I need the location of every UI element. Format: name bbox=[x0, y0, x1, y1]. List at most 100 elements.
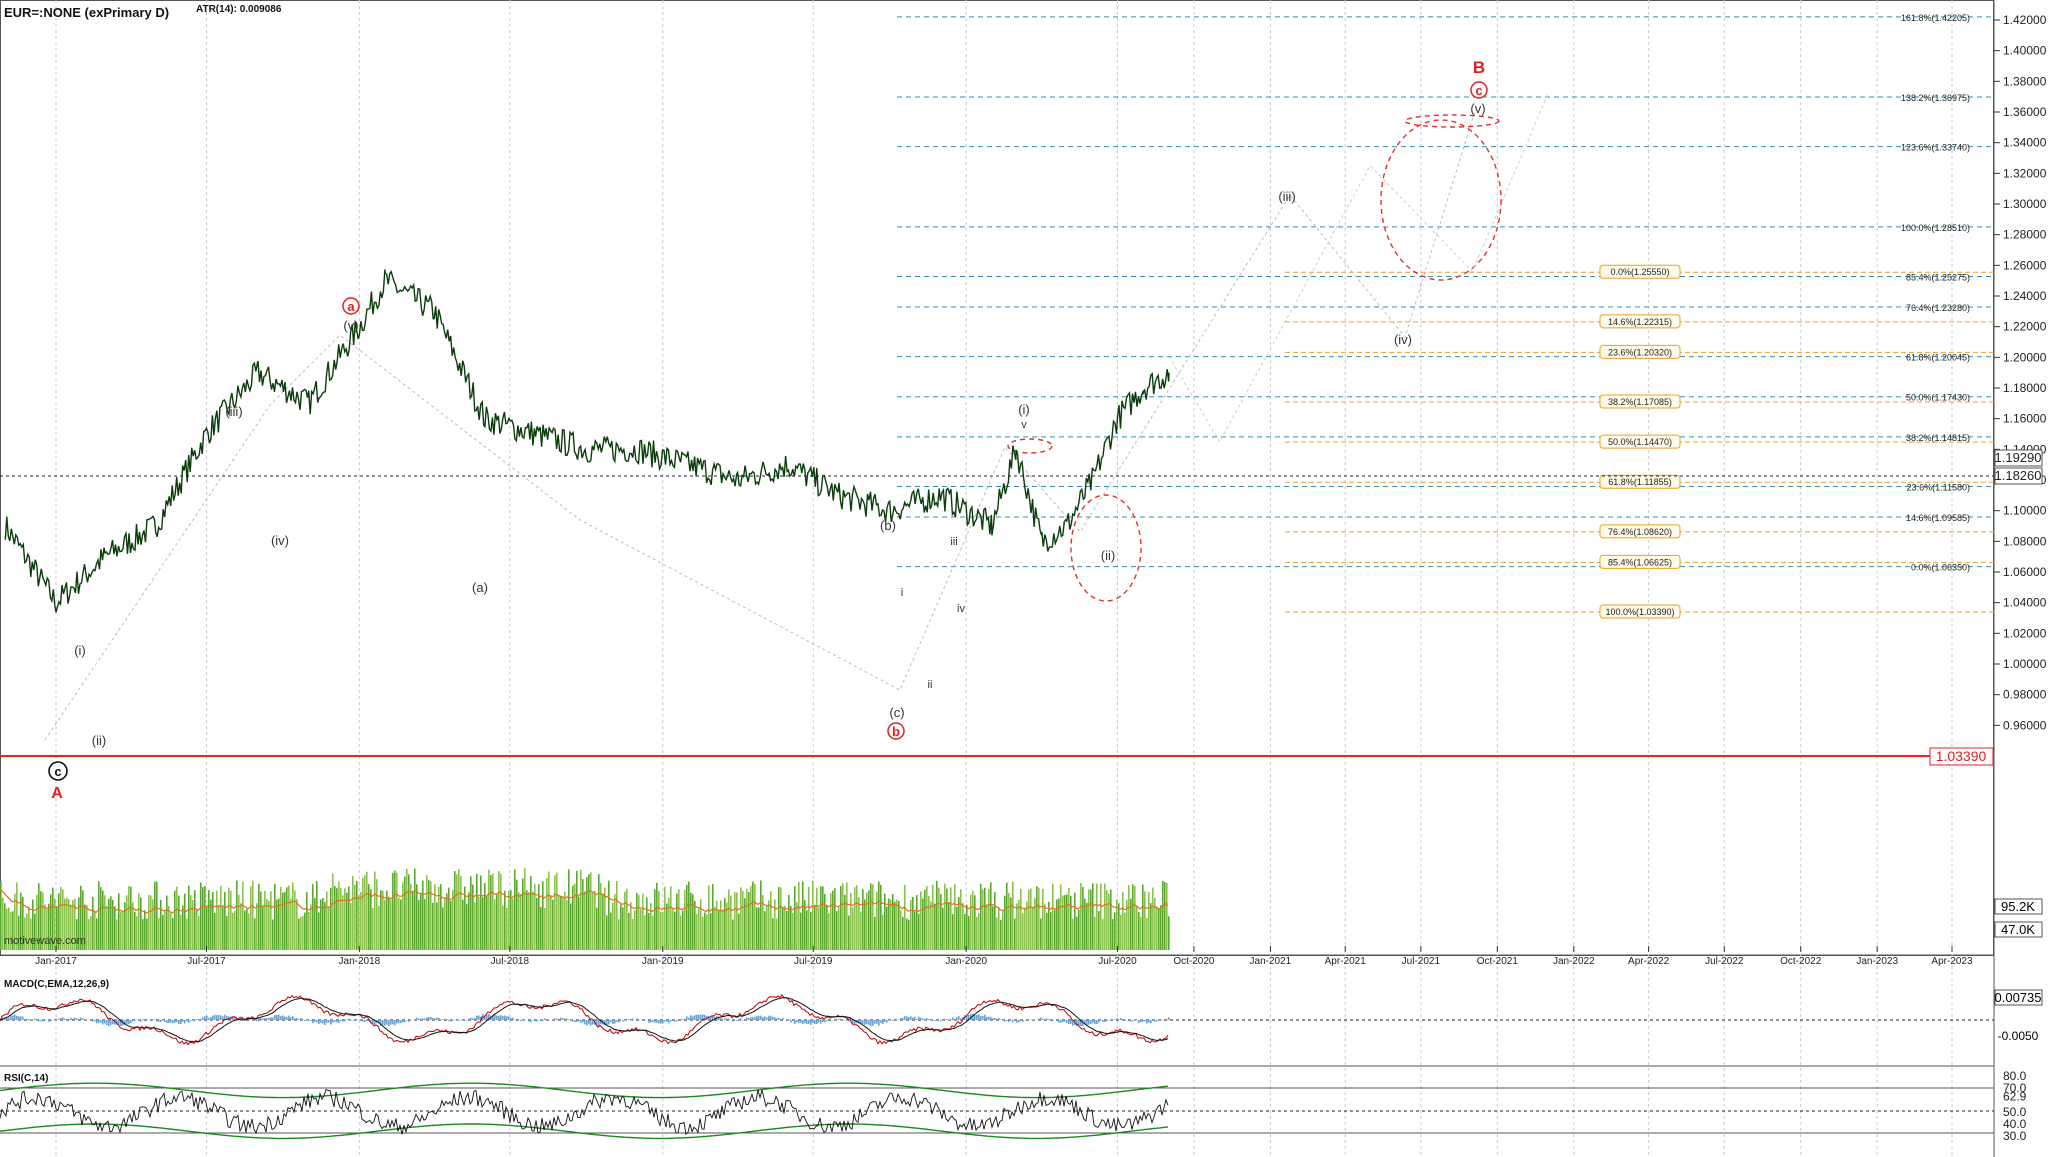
macd-bar bbox=[220, 1015, 222, 1020]
volume-bar bbox=[706, 914, 708, 950]
volume-bar bbox=[1166, 883, 1168, 950]
volume-bar bbox=[1014, 918, 1016, 950]
watermark: motivewave.com bbox=[4, 935, 86, 947]
macd-bar bbox=[628, 1019, 630, 1020]
macd-bar bbox=[50, 1020, 52, 1022]
volume-bar bbox=[838, 907, 840, 950]
volume-bar bbox=[1000, 919, 1002, 950]
macd-bar bbox=[128, 1020, 130, 1024]
volume-bar bbox=[304, 912, 306, 950]
macd-bar bbox=[42, 1020, 44, 1022]
volume-bar bbox=[130, 886, 132, 950]
macd-bar bbox=[194, 1020, 196, 1022]
macd-bar bbox=[140, 1020, 142, 1022]
volume-bar bbox=[1162, 880, 1164, 950]
volume-bar bbox=[152, 899, 154, 950]
macd-bar bbox=[186, 1020, 188, 1022]
volume-bar bbox=[338, 881, 340, 950]
macd-bar bbox=[538, 1020, 540, 1021]
macd-bar bbox=[830, 1020, 832, 1022]
macd-bar bbox=[316, 1020, 318, 1023]
volume-label-low: 47.0K bbox=[2001, 922, 2035, 937]
volume-bar bbox=[1004, 895, 1006, 950]
volume-bar bbox=[256, 903, 258, 950]
macd-bar bbox=[126, 1020, 128, 1024]
volume-bar bbox=[1104, 883, 1106, 950]
macd-bar bbox=[476, 1015, 478, 1020]
macd-bar bbox=[182, 1020, 184, 1022]
price-tick-label: 1.04000 bbox=[2003, 596, 2047, 610]
price-tick-label: 1.02000 bbox=[2003, 626, 2047, 640]
macd-bar bbox=[390, 1020, 392, 1025]
volume-bar bbox=[454, 871, 456, 950]
macd-bar bbox=[340, 1020, 342, 1022]
macd-bar bbox=[990, 1016, 992, 1020]
macd-bar bbox=[402, 1020, 404, 1023]
time-tick-label: Jan-2021 bbox=[1250, 956, 1292, 967]
volume-bar bbox=[364, 875, 366, 950]
volume-bar bbox=[484, 883, 486, 950]
macd-bar bbox=[472, 1018, 474, 1020]
macd-bar bbox=[322, 1020, 324, 1024]
macd-bar bbox=[392, 1020, 394, 1025]
macd-bar bbox=[312, 1020, 314, 1024]
macd-bar bbox=[862, 1020, 864, 1024]
volume-bar bbox=[1168, 916, 1170, 950]
macd-bar bbox=[1130, 1020, 1132, 1022]
volume-bar bbox=[1088, 889, 1090, 950]
volume-bar bbox=[198, 916, 200, 950]
macd-bar bbox=[584, 1020, 586, 1025]
macd-bar bbox=[168, 1020, 170, 1023]
macd-bar bbox=[30, 1019, 32, 1020]
macd-bar bbox=[34, 1018, 36, 1020]
macd-bar bbox=[954, 1018, 956, 1020]
volume-bar bbox=[330, 887, 332, 950]
volume-bar bbox=[318, 912, 320, 950]
volume-bar bbox=[144, 910, 146, 950]
price-tick-label: 1.00000 bbox=[2003, 657, 2047, 671]
macd-bar bbox=[780, 1019, 782, 1020]
volume-bar bbox=[250, 886, 252, 950]
macd-bar bbox=[890, 1020, 892, 1021]
volume-bar bbox=[332, 873, 334, 950]
volume-bar bbox=[170, 913, 172, 950]
support-price-text: 1.03390 bbox=[1936, 748, 1987, 764]
volume-bar bbox=[924, 889, 926, 950]
macd-bar bbox=[494, 1014, 496, 1020]
macd-bar bbox=[690, 1015, 692, 1020]
volume-bar bbox=[88, 918, 90, 950]
macd-bar bbox=[560, 1017, 562, 1020]
volume-bar bbox=[576, 870, 578, 950]
volume-bar bbox=[740, 887, 742, 950]
time-tick-label: Jan-2018 bbox=[339, 956, 381, 967]
volume-bar bbox=[862, 889, 864, 950]
volume-bar bbox=[908, 919, 910, 950]
macd-bar bbox=[1062, 1020, 1064, 1022]
volume-bar bbox=[1132, 884, 1134, 950]
volume-bar bbox=[326, 891, 328, 950]
volume-bar bbox=[196, 909, 198, 950]
macd-bar bbox=[384, 1020, 386, 1026]
volume-bar bbox=[96, 918, 98, 950]
macd-bar bbox=[934, 1020, 936, 1022]
volume-bar bbox=[524, 868, 526, 950]
volume-bar bbox=[390, 899, 392, 950]
macd-bar bbox=[680, 1019, 682, 1020]
volume-bar bbox=[100, 887, 102, 950]
macd-bar bbox=[826, 1020, 828, 1022]
macd-bar bbox=[548, 1019, 550, 1020]
atr-label: ATR(14): 0.009086 bbox=[196, 4, 282, 15]
macd-bar bbox=[1052, 1020, 1054, 1022]
volume-bar bbox=[404, 876, 406, 950]
macd-bar bbox=[70, 1017, 72, 1020]
volume-bar bbox=[594, 890, 596, 950]
volume-bar bbox=[174, 890, 176, 950]
volume-bar bbox=[336, 888, 338, 950]
volume-bar bbox=[116, 919, 118, 950]
volume-bar bbox=[1038, 887, 1040, 950]
macd-bar bbox=[424, 1018, 426, 1020]
macd-bar bbox=[892, 1020, 894, 1021]
time-tick-label: Jul-2019 bbox=[794, 956, 833, 967]
macd-bar bbox=[888, 1020, 890, 1021]
volume-bar bbox=[970, 894, 972, 950]
